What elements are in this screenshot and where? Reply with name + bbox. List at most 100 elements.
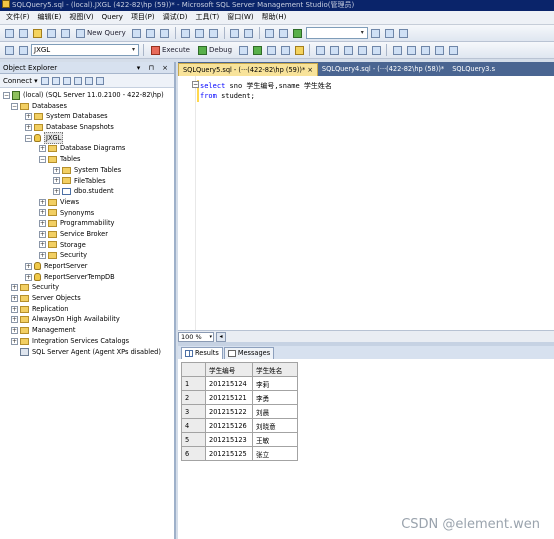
- execute-button[interactable]: Execute: [148, 44, 193, 57]
- table-row[interactable]: 6 201215125 张立: [181, 446, 298, 461]
- grid-cell[interactable]: 刘晨: [252, 404, 298, 419]
- solution-config-combo[interactable]: ▾: [305, 27, 368, 39]
- row-number[interactable]: 3: [181, 404, 206, 419]
- tree-node[interactable]: + Synonyms: [0, 208, 174, 219]
- table-row[interactable]: 3 201215122 刘晨: [181, 404, 298, 419]
- menu-edit[interactable]: 编辑(E): [34, 11, 66, 24]
- tree-node[interactable]: + AlwaysOn High Availability: [0, 314, 174, 325]
- filter-icon[interactable]: [73, 76, 82, 85]
- column-header[interactable]: 学生编号: [205, 362, 253, 377]
- navigate-back-button[interactable]: [264, 27, 276, 40]
- tree-node[interactable]: − Tables: [0, 154, 174, 165]
- add-item-button[interactable]: [17, 27, 29, 40]
- collapse-icon[interactable]: −: [192, 81, 199, 88]
- table-row[interactable]: 1 201215124 李莉: [181, 376, 298, 391]
- expand-icon[interactable]: +: [11, 316, 18, 324]
- grid-cell[interactable]: 201215121: [205, 390, 253, 405]
- find-button[interactable]: [370, 27, 382, 40]
- menu-debug[interactable]: 调试(D): [159, 11, 192, 24]
- scroll-left-button[interactable]: ◂: [216, 331, 226, 342]
- disconnect-icon[interactable]: [51, 76, 60, 85]
- comment-button[interactable]: [391, 44, 403, 57]
- zoom-combo[interactable]: 100 % ▾: [178, 331, 214, 342]
- tree-node[interactable]: − (local) (SQL Server 11.0.2100 - 422-82\…: [0, 90, 174, 101]
- tree-node[interactable]: + Programmability: [0, 218, 174, 229]
- menu-window[interactable]: 窗口(W): [223, 11, 257, 24]
- navigate-forward-button[interactable]: [278, 27, 290, 40]
- tree-node[interactable]: + Security: [0, 282, 174, 293]
- column-header[interactable]: 学生姓名: [252, 362, 298, 377]
- tree-node[interactable]: + System Databases: [0, 111, 174, 122]
- new-query-button[interactable]: New Query: [73, 27, 129, 40]
- tab-sqlquery4[interactable]: SQLQuery4.sql - (···(422-82\hp (58))*: [318, 63, 448, 76]
- decrease-indent-button[interactable]: [419, 44, 431, 57]
- connect-button[interactable]: [3, 44, 15, 57]
- copy-button[interactable]: [194, 27, 206, 40]
- expand-icon[interactable]: +: [11, 294, 18, 302]
- expand-icon[interactable]: +: [25, 123, 32, 131]
- results-to-text-button[interactable]: [342, 44, 354, 57]
- expand-icon[interactable]: +: [39, 209, 46, 217]
- increase-indent-button[interactable]: [433, 44, 445, 57]
- debug-button[interactable]: Debug: [195, 44, 235, 57]
- results-to-grid-button[interactable]: [356, 44, 368, 57]
- tree-node[interactable]: + Database Diagrams: [0, 143, 174, 154]
- tree-node[interactable]: + dbo.student: [0, 186, 174, 197]
- db-engine-query-button[interactable]: [131, 27, 143, 40]
- tab-messages[interactable]: Messages: [223, 347, 275, 359]
- redo-button[interactable]: [243, 27, 255, 40]
- tree-node[interactable]: + ReportServerTempDB: [0, 272, 174, 283]
- mdx-query-button[interactable]: [159, 27, 171, 40]
- tree-node[interactable]: + Security: [0, 250, 174, 261]
- table-row[interactable]: 2 201215121 李勇: [181, 390, 298, 405]
- row-number[interactable]: 5: [181, 432, 206, 447]
- summary-icon[interactable]: [95, 76, 104, 85]
- grid-cell[interactable]: 李勇: [252, 390, 298, 405]
- refresh-icon[interactable]: [84, 76, 93, 85]
- available-databases-combo[interactable]: JXGL ▾: [31, 44, 139, 56]
- properties-button[interactable]: [384, 27, 396, 40]
- save-button[interactable]: [45, 27, 57, 40]
- tree-node[interactable]: − JXGL: [0, 131, 174, 145]
- expand-icon[interactable]: +: [25, 113, 32, 121]
- tree-node[interactable]: + Management: [0, 325, 174, 336]
- expand-icon[interactable]: +: [11, 284, 18, 292]
- parse-button[interactable]: [251, 44, 263, 57]
- new-project-button[interactable]: [3, 27, 15, 40]
- cancel-query-button[interactable]: [237, 44, 249, 57]
- panel-window-controls[interactable]: ▾ ⊓ ×: [137, 62, 171, 74]
- expand-icon[interactable]: +: [25, 273, 32, 281]
- analysis-query-button[interactable]: [145, 27, 157, 40]
- tree-node[interactable]: + Database Snapshots: [0, 122, 174, 133]
- save-all-button[interactable]: [59, 27, 71, 40]
- collapse-icon[interactable]: −: [11, 102, 18, 110]
- expand-icon[interactable]: +: [39, 241, 46, 249]
- tree-node[interactable]: − Databases: [0, 101, 174, 112]
- menu-tools[interactable]: 工具(T): [191, 11, 223, 24]
- tree-node[interactable]: + Service Broker: [0, 229, 174, 240]
- query-designer-button[interactable]: [279, 44, 291, 57]
- row-number[interactable]: 1: [181, 376, 206, 391]
- expand-icon[interactable]: +: [11, 305, 18, 313]
- paste-button[interactable]: [208, 27, 220, 40]
- grid-cell[interactable]: 201215124: [205, 376, 253, 391]
- row-number[interactable]: 2: [181, 390, 206, 405]
- cut-button[interactable]: [180, 27, 192, 40]
- query-editor[interactable]: − select sno 学生编号,sname 学生姓名 from studen…: [178, 76, 554, 330]
- tree-node[interactable]: + Integration Services Catalogs: [0, 336, 174, 347]
- row-number[interactable]: 6: [181, 446, 206, 461]
- include-plan-button[interactable]: [314, 44, 326, 57]
- connect-dropdown[interactable]: Connect ▾: [3, 77, 38, 85]
- stop-icon[interactable]: [62, 76, 71, 85]
- client-stats-button[interactable]: [328, 44, 340, 57]
- expand-icon[interactable]: +: [39, 145, 46, 153]
- expand-icon[interactable]: +: [39, 198, 46, 206]
- grid-cell[interactable]: 201215125: [205, 446, 253, 461]
- tree-node[interactable]: + System Tables: [0, 165, 174, 176]
- grid-cell[interactable]: 刘晓意: [252, 418, 298, 433]
- intellisense-button[interactable]: [293, 44, 305, 57]
- expand-icon[interactable]: +: [53, 188, 60, 196]
- row-number[interactable]: 4: [181, 418, 206, 433]
- tree-node[interactable]: + FileTables: [0, 176, 174, 187]
- table-row[interactable]: 5 201215123 王敏: [181, 432, 298, 447]
